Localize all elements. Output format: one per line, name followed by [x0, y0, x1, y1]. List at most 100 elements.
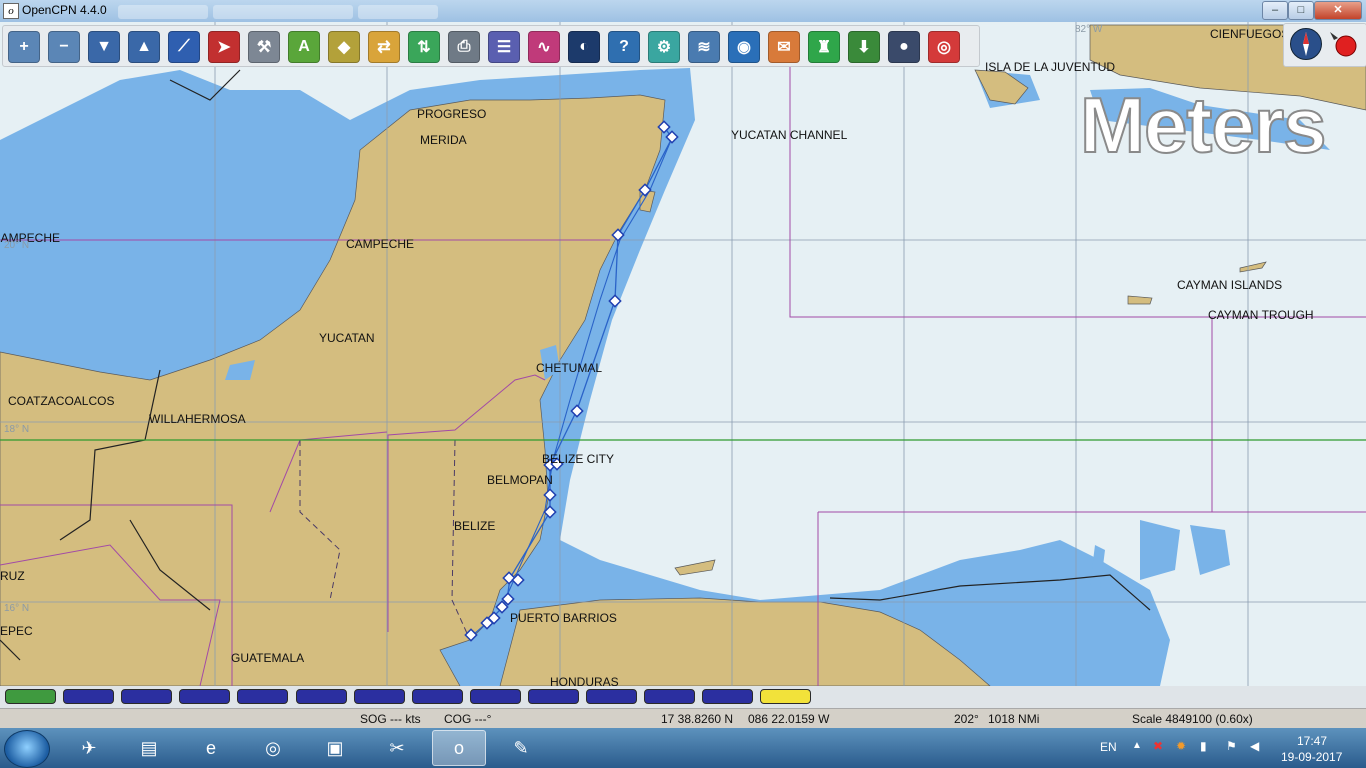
window-title: OpenCPN 4.4.0	[22, 3, 107, 17]
taskbar-snipping[interactable]: ✂	[370, 730, 424, 766]
printer-icon: ⎙	[457, 38, 471, 55]
chart-bar-key[interactable]	[353, 689, 405, 704]
distance-readout: 1018 NMi	[988, 712, 1040, 726]
network-error-icon[interactable]: ✖	[1153, 739, 1163, 753]
chart-bar-key[interactable]	[586, 689, 637, 704]
scale-out-button[interactable]: ▲	[128, 31, 160, 63]
chart-bar-key[interactable]	[760, 689, 812, 704]
chart-bar-key[interactable]	[411, 689, 463, 704]
tide-icon: ◆	[337, 39, 351, 56]
chart-bar-key[interactable]	[5, 689, 56, 704]
route-icon: ⟋	[178, 38, 190, 55]
language-indicator[interactable]: EN	[1100, 740, 1117, 754]
taskbar-opencpn[interactable]: o	[432, 730, 486, 766]
google-earth-button[interactable]: ◉	[728, 31, 760, 63]
color-scheme-icon: ◐	[579, 38, 589, 55]
label-chetumal: CHETUMAL	[536, 361, 603, 375]
minimize-button[interactable]: –	[1262, 1, 1288, 20]
label-cayman-trough: CAYMAN TROUGH	[1208, 308, 1314, 322]
print-button[interactable]: ⎙	[448, 31, 480, 63]
background-window-tab	[358, 5, 438, 19]
label-belize-city: BELIZE CITY	[542, 452, 615, 466]
chart-bar-key[interactable]	[644, 689, 696, 704]
label-belmopan: BELMOPAN	[487, 473, 553, 487]
color-scheme-button[interactable]: ◐	[568, 31, 600, 63]
label-puerto-barrios: PUERTO BARRIOS	[510, 611, 617, 625]
taskbar-thunderbird[interactable]: ✈	[62, 730, 116, 766]
text-overlay-button[interactable]: A	[288, 31, 320, 63]
clock-date[interactable]: 19-09-2017	[1281, 750, 1342, 764]
label-guatemala: GUATEMALA	[231, 651, 305, 665]
lifebuoy-icon: ◎	[937, 39, 951, 56]
route-manager-icon: ☰	[496, 39, 512, 56]
flag-icon[interactable]: ⚑	[1226, 739, 1237, 753]
cursor-latitude: 17 38.8260 N	[661, 712, 734, 726]
ais-icon: ⚙	[656, 39, 672, 56]
tides-button[interactable]: ⇄	[368, 31, 400, 63]
bearing-readout: 202°	[954, 712, 979, 726]
signal-icon[interactable]: ▮	[1200, 739, 1207, 753]
compass-widget[interactable]	[1283, 23, 1366, 67]
chart-canvas[interactable]: PROGRESO MERIDA YUCATAN CHANNEL CAMPECHE…	[0, 22, 1366, 686]
route-manager-button[interactable]: ☰	[488, 31, 520, 63]
zoom-in-icon: +	[19, 38, 29, 55]
logbook-button[interactable]: ✉	[768, 31, 800, 63]
tray-show-hidden-icon[interactable]: ▲	[1132, 740, 1142, 751]
label-cienfuegos: CIENFUEGOS	[1210, 27, 1290, 41]
background-window-tab	[213, 5, 353, 19]
tide-arrows-icon: ⇄	[377, 39, 391, 56]
cursor-longitude: 086 22.0159 W	[748, 712, 830, 726]
zoom-in-button[interactable]: +	[8, 31, 40, 63]
download-icon: ⬇	[857, 39, 871, 56]
chart-bar-key[interactable]	[527, 689, 579, 704]
chart-bar-key[interactable]	[237, 689, 289, 704]
track-button[interactable]: ∿	[528, 31, 560, 63]
depth-units-overlay: Meters	[1079, 80, 1327, 170]
taskbar-paint[interactable]: ✎	[494, 730, 548, 766]
taskbar-photo-viewer[interactable]: ▣	[308, 730, 362, 766]
label-cayman-islands: CAYMAN ISLANDS	[1177, 278, 1283, 292]
currents-button[interactable]: ⇅	[408, 31, 440, 63]
zoom-out-button[interactable]: −	[48, 31, 80, 63]
chart-bar-key[interactable]	[469, 689, 521, 704]
status-bar: SOG --- kts COG ---° 17 38.8260 N 086 22…	[0, 708, 1366, 729]
chart-bar-key[interactable]	[63, 689, 115, 704]
label-yucatan-channel: YUCATAN CHANNEL	[731, 128, 848, 142]
options-button[interactable]: ⚒	[248, 31, 280, 63]
title-bar: o OpenCPN 4.4.0 – □ ✕	[0, 0, 1366, 22]
lighthouse-button[interactable]: ♜	[808, 31, 840, 63]
sog-readout: SOG --- kts	[360, 712, 421, 726]
main-toolbar: + − ▼ ▲ ⟋ ➤ ⚒ A ◆ ⇄ ⇅ ⎙ ☰ ∿ ◐? ⚙ ≋ ◉ ✉ ♜ ⬇ ● ◎	[2, 25, 980, 67]
close-button[interactable]: ✕	[1314, 1, 1362, 20]
current-tide-button[interactable]: ◆	[328, 31, 360, 63]
clock-time[interactable]: 17:47	[1297, 734, 1327, 748]
create-route-button[interactable]: ⟋	[168, 31, 200, 63]
gps-status-icon	[1328, 28, 1358, 58]
taskbar-chrome[interactable]: ◎	[246, 730, 300, 766]
taskbar-ie[interactable]: e	[184, 730, 238, 766]
weather-button[interactable]: ●	[888, 31, 920, 63]
chart-bar-key[interactable]	[179, 689, 231, 704]
mob-button[interactable]: ◎	[928, 31, 960, 63]
label-veracruz: RUZ	[0, 569, 25, 583]
label-campeche: CAMPECHE	[346, 237, 415, 251]
start-button[interactable]	[4, 730, 50, 768]
chart-bar-key[interactable]	[121, 689, 173, 704]
text-icon: A	[298, 38, 310, 55]
scale-in-button[interactable]: ▼	[88, 31, 120, 63]
help-button[interactable]: ?	[608, 31, 640, 63]
grib-icon: ≋	[697, 39, 711, 56]
ais-button[interactable]: ⚙	[648, 31, 680, 63]
volume-icon[interactable]: ◀	[1250, 739, 1259, 753]
maximize-button[interactable]: □	[1288, 1, 1314, 20]
antivirus-icon[interactable]: ✹	[1176, 739, 1186, 753]
auto-follow-button[interactable]: ➤	[208, 31, 240, 63]
download-button[interactable]: ⬇	[848, 31, 880, 63]
chart-bar-key[interactable]	[702, 689, 754, 704]
app-icon: o	[3, 3, 19, 19]
lon-tick-82w: 82° W	[1075, 24, 1103, 35]
grib-button[interactable]: ≋	[688, 31, 720, 63]
opencpn-icon: o	[453, 737, 464, 758]
taskbar-explorer[interactable]: ▤	[122, 730, 176, 766]
chart-bar-key[interactable]	[295, 689, 347, 704]
